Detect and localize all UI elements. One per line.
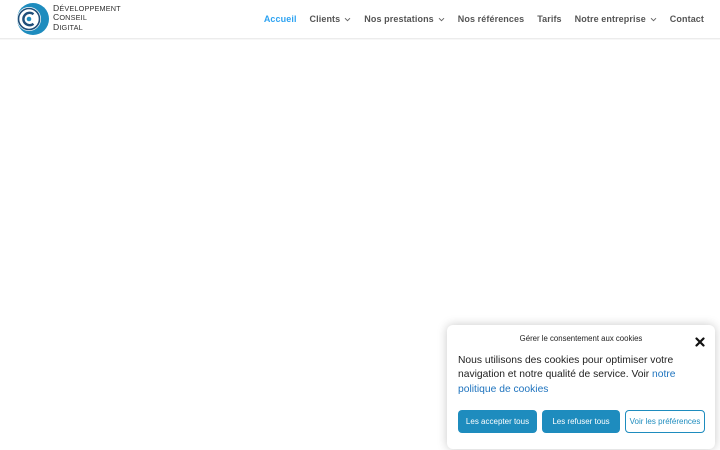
logo-text: Développement Conseil Digital (53, 2, 121, 33)
nav-item-contact[interactable]: Contact (670, 14, 704, 24)
nav-item-label: Accueil (263, 14, 297, 24)
nav-item-label: Contact (669, 14, 704, 24)
nav-item-clients[interactable]: Clients (310, 14, 352, 24)
cookie-consent-banner: Gérer le consentement aux cookies Nous u… (447, 325, 715, 449)
nav-item-label: Nos prestations (364, 14, 434, 24)
nav-item-label: Notre entreprise (574, 14, 646, 24)
view-preferences-button[interactable]: Voir les préférences (625, 410, 705, 433)
nav-item-tarifs[interactable]: Tarifs (537, 14, 561, 24)
cookie-banner-title: Gérer le consentement aux cookies (519, 334, 643, 343)
cookie-message-text: Nous utilisons des cookies pour optimise… (458, 355, 674, 381)
refuse-all-button[interactable]: Les refuser tous (542, 410, 620, 433)
nav-item-label: Tarifs (537, 14, 562, 24)
accept-all-button[interactable]: Les accepter tous (458, 410, 537, 433)
main-nav: Accueil Clients Nos prestations Nos réfé… (251, 0, 704, 38)
nav-item-accueil[interactable]: Accueil (264, 14, 297, 24)
nav-item-label: Clients (309, 14, 341, 24)
nav-item-references[interactable]: Nos références (458, 14, 524, 24)
logo-line-3: Digital (53, 21, 83, 32)
chevron-down-icon (344, 16, 351, 23)
logo-line-2: Conseil (53, 12, 88, 23)
nav-item-entreprise[interactable]: Notre entreprise (575, 14, 657, 24)
site-logo[interactable]: Développement Conseil Digital (16, 2, 126, 36)
chevron-down-icon (650, 16, 657, 23)
close-icon[interactable] (695, 334, 705, 347)
cookie-banner-message: Nous utilisons des cookies pour optimise… (458, 354, 706, 397)
site-header: Développement Conseil Digital Accueil Cl… (0, 0, 720, 39)
nav-item-label: Nos références (457, 14, 525, 24)
logo-mark-icon (17, 3, 49, 35)
logo-line-1: Développement (53, 2, 121, 13)
nav-item-prestations[interactable]: Nos prestations (364, 14, 445, 24)
chevron-down-icon (438, 16, 445, 23)
